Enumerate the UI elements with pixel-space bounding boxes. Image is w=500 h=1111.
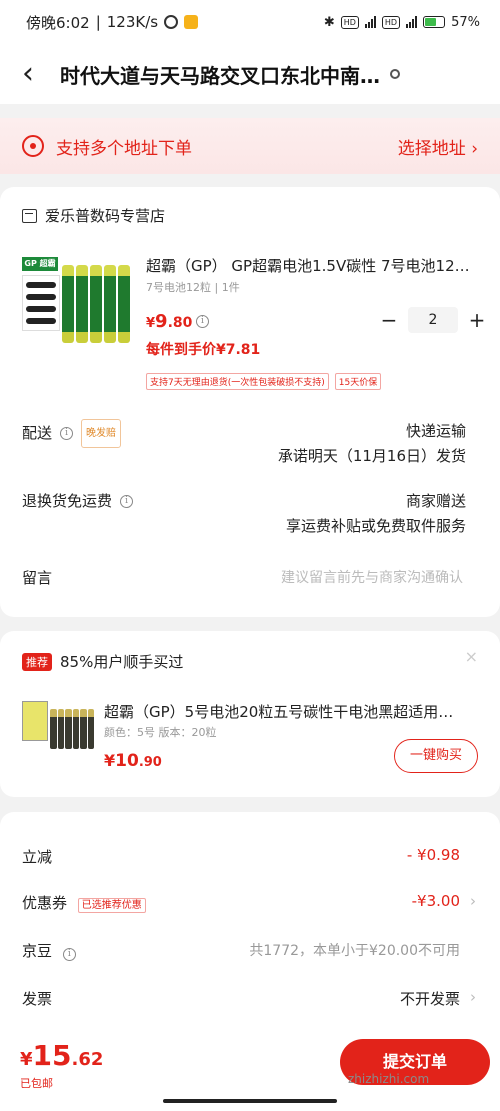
- status-time: 傍晚6:02: [26, 13, 90, 32]
- product-brand-badge: GP 超霸: [22, 257, 58, 271]
- delivery-info-icon[interactable]: i: [60, 427, 74, 440]
- recommend-tag: 推荐: [22, 652, 52, 671]
- bluetooth-icon: ✱: [323, 14, 335, 30]
- message-row[interactable]: 留言 建议留言前先与商家沟通确认: [22, 567, 478, 588]
- recommend-product-image[interactable]: [22, 697, 94, 753]
- invoice-row[interactable]: 发票 不开发票 ›: [22, 988, 478, 1009]
- recommend-product-spec: 颜色：5号 版本：20粒: [104, 726, 217, 739]
- product-title[interactable]: 超霸（GP） GP超霸电池1.5V碳性 7号电池12粒装…: [146, 255, 476, 276]
- summary-card: 立减 - ¥0.98 优惠券 已选推荐优惠 -¥3.00 › 京豆 i 共177…: [0, 812, 500, 1027]
- return-info-icon[interactable]: i: [120, 495, 134, 508]
- jingdou-row[interactable]: 京豆 i 共1772，本单小于¥20.00不可用: [22, 940, 478, 961]
- alarm-icon: [164, 15, 179, 29]
- status-bar: 傍晚6:02 | 123K/s ✱ HD HD 57%: [0, 0, 500, 44]
- coupon-row[interactable]: 优惠券 已选推荐优惠 -¥3.00 ›: [22, 892, 478, 913]
- jingdou-info-icon[interactable]: i: [62, 948, 76, 961]
- quantity-stepper[interactable]: − 2 +: [378, 307, 488, 333]
- delivery-label: 配送: [22, 424, 53, 442]
- product-price: ¥9.80 i: [146, 311, 209, 332]
- coupon-label: 优惠券: [22, 894, 68, 912]
- home-indicator[interactable]: [163, 1099, 337, 1103]
- invoice-value: 不开发票: [399, 990, 460, 1008]
- select-address-link[interactable]: 选择地址 ›: [398, 134, 478, 159]
- quantity-value[interactable]: 2: [408, 307, 458, 333]
- battery-package-icon: [22, 275, 60, 331]
- invoice-label: 发票: [22, 990, 53, 1008]
- store-name: 爱乐普数码专营店: [45, 207, 166, 225]
- free-shipping-label: 已包邮: [20, 1077, 53, 1090]
- status-speed: 123K/s: [106, 13, 159, 31]
- decrease-button[interactable]: −: [378, 310, 400, 330]
- signal-icon-2: [406, 16, 418, 28]
- order-card: 爱乐普数码专营店 GP 超霸 超霸（GP） GP超霸电池1.5V碳性 7号电池1…: [0, 187, 500, 617]
- signal-icon: [364, 16, 376, 28]
- jingdou-value: 共1772，本单小于¥20.00不可用: [249, 943, 460, 959]
- battery-package-icon: [22, 701, 48, 741]
- multi-address-text: 支持多个地址下单: [56, 138, 192, 159]
- return-shipping-value2: 享运费补贴或免费取件服务: [285, 517, 466, 535]
- location-pin-icon: [22, 135, 44, 157]
- return-policy-tag[interactable]: 支持7天无理由退货(一次性包装破损不支持): [146, 373, 329, 390]
- battery-icon: [423, 16, 446, 28]
- service-tags: 支持7天无理由退货(一次性包装破损不支持) 15天价保: [146, 373, 382, 390]
- back-arrow-icon[interactable]: ‹: [22, 59, 60, 89]
- delivery-address-title[interactable]: 时代大道与天马路交叉口东北中南…: [60, 60, 380, 89]
- status-divider: |: [95, 13, 101, 31]
- delivery-method: 快递运输: [405, 422, 466, 440]
- jingdou-label: 京豆: [22, 942, 53, 960]
- unit-price: 每件到手价¥7.81: [146, 342, 261, 358]
- batteries-icon: [62, 265, 130, 343]
- return-shipping-label: 退换货免运费: [22, 492, 113, 510]
- store-icon: [22, 208, 37, 223]
- close-icon[interactable]: ×: [465, 647, 478, 666]
- late-compensation-badge: 晚发赔: [81, 419, 122, 448]
- price-protection-tag[interactable]: 15天价保: [334, 373, 382, 390]
- discount-row: 立减 - ¥0.98: [22, 846, 478, 867]
- product-spec: 7号电池12粒 | 1件: [146, 281, 240, 294]
- message-label: 留言: [22, 569, 53, 587]
- chevron-right-icon: ›: [470, 892, 476, 910]
- recommendation-header: 推荐 85%用户顺手买过: [22, 651, 183, 672]
- location-dot-icon: [390, 69, 400, 79]
- price-info-icon[interactable]: i: [196, 315, 209, 328]
- coupon-badge: 已选推荐优惠: [77, 898, 146, 913]
- batteries-icon: [50, 709, 94, 749]
- one-click-buy-button[interactable]: 一键购买: [394, 739, 478, 773]
- product-image[interactable]: GP 超霸: [22, 257, 130, 345]
- recommend-product-price: ¥10.90: [104, 751, 162, 771]
- discount-label: 立减: [22, 848, 53, 866]
- return-shipping-row[interactable]: 退换货免运费 i 商家赠送 享运费补贴或免费取件服务: [22, 489, 478, 535]
- battery-level: 57%: [451, 14, 480, 30]
- coupon-value: -¥3.00: [411, 892, 460, 910]
- hd-icon: HD: [340, 15, 359, 29]
- delivery-row[interactable]: 配送 i 晚发赔 快递运输 承诺明天（11月16日）发货: [22, 419, 478, 465]
- increase-button[interactable]: +: [466, 310, 488, 330]
- store-header[interactable]: 爱乐普数码专营店: [22, 205, 165, 226]
- total-price: ¥15.62: [20, 1039, 104, 1072]
- delivery-promise: 承诺明天（11月16日）发货: [277, 447, 466, 465]
- chevron-right-icon: ›: [470, 988, 476, 1006]
- recommendation-card: 推荐 85%用户顺手买过 × 超霸（GP）5号电池20粒五号碳性干电池黑超适用……: [0, 631, 500, 797]
- discount-value: - ¥0.98: [406, 846, 460, 864]
- watermark: zhizhizhi.com: [348, 1072, 430, 1086]
- app-notification-icon: [184, 15, 199, 29]
- return-shipping-value1: 商家赠送: [405, 492, 466, 510]
- address-header: ‹ 时代大道与天马路交叉口东北中南…: [0, 44, 500, 104]
- hd-icon-2: HD: [381, 15, 401, 29]
- multi-address-banner[interactable]: 支持多个地址下单 选择地址 ›: [0, 118, 500, 174]
- message-input[interactable]: 建议留言前先与商家沟通确认: [281, 567, 463, 587]
- recommend-product-title[interactable]: 超霸（GP）5号电池20粒五号碳性干电池黑超适用…: [104, 701, 474, 722]
- recommend-headline: 85%用户顺手买过: [60, 653, 184, 671]
